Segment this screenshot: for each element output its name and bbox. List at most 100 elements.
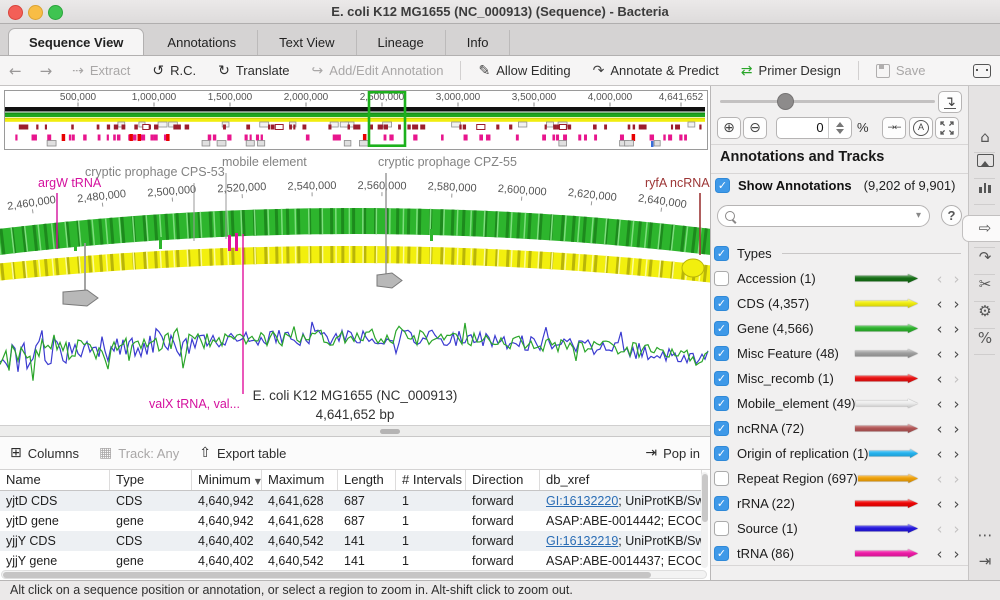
type-cds-prev-button[interactable]: ‹	[931, 295, 948, 313]
fit-to-screen-button[interactable]: ↴	[938, 91, 962, 113]
type-origin-of-replication-checkbox[interactable]: ✓	[714, 446, 729, 461]
db-xref-link[interactable]: GI:16132220	[546, 494, 618, 508]
type-accession-row[interactable]: Accession (1)‹›	[714, 266, 965, 291]
collapse-panel-icon[interactable]: ⇥	[969, 552, 1000, 570]
tab-text-view[interactable]: Text View	[258, 30, 356, 55]
extract-button[interactable]: ⇢Extract	[72, 63, 130, 79]
zoom-slider-thumb[interactable]	[777, 93, 794, 110]
back-button[interactable]: ←	[9, 62, 22, 80]
column-header-maximum[interactable]: Maximum	[262, 470, 338, 490]
zoom-out-button[interactable]: ⊖	[743, 117, 767, 139]
zoomed-sequence-view[interactable]: 2,460,0002,480,0002,500,0002,520,0002,54…	[0, 149, 710, 425]
column-header-minimum[interactable]: Minimum▼	[192, 470, 262, 490]
type-accession-prev-button[interactable]: ‹	[931, 270, 948, 288]
type-trna-checkbox[interactable]: ✓	[714, 546, 729, 561]
type-misc-recomb-row[interactable]: ✓Misc_recomb (1)‹›	[714, 366, 965, 391]
type-mobile-element-prev-button[interactable]: ‹	[931, 395, 948, 413]
annotate-predict-button[interactable]: ↷Annotate & Predict	[593, 63, 719, 79]
add-edit-annotation-button[interactable]: ↪Add/Edit Annotation	[312, 63, 444, 79]
types-group-row[interactable]: ✓Types	[714, 241, 965, 266]
gear-icon[interactable]: ⚙	[969, 302, 1000, 320]
zoom-stepper[interactable]	[828, 118, 851, 138]
annotation-search-input[interactable]: ▾	[717, 205, 930, 227]
type-rrna-prev-button[interactable]: ‹	[931, 495, 948, 513]
reverse-complement-button[interactable]: ↺R.C.	[152, 63, 196, 79]
type-origin-of-replication-prev-button[interactable]: ‹	[931, 445, 948, 463]
type-gene-next-button[interactable]: ›	[948, 320, 965, 338]
pop-in-button[interactable]: ⇥ Pop in	[645, 445, 700, 461]
zoom-to-selection-button[interactable]: →←	[882, 117, 906, 139]
type-misc-recomb-prev-button[interactable]: ‹	[931, 370, 948, 388]
columns-button[interactable]: ⊞ Columns	[10, 445, 79, 461]
panel-toggle-icon[interactable]	[973, 64, 991, 78]
type-ncrna-prev-button[interactable]: ‹	[931, 420, 948, 438]
types-checkbox[interactable]: ✓	[714, 246, 729, 261]
search-dropdown-icon[interactable]: ▾	[916, 210, 921, 221]
column-header-direction[interactable]: Direction	[466, 470, 540, 490]
show-annotations-row[interactable]: ✓ Show Annotations (9,202 of 9,901)	[715, 178, 955, 193]
type-trna-row[interactable]: ✓tRNA (86)‹›	[714, 541, 965, 566]
full-screen-button[interactable]	[935, 117, 959, 139]
screen-share-icon[interactable]	[969, 154, 1000, 171]
type-misc-recomb-next-button[interactable]: ›	[948, 370, 965, 388]
type-misc-feature-checkbox[interactable]: ✓	[714, 346, 729, 361]
type-ncrna-row[interactable]: ✓ncRNA (72)‹›	[714, 416, 965, 441]
type-gene-checkbox[interactable]: ✓	[714, 321, 729, 336]
table-row[interactable]: yjjY CDSCDS4,640,4024,640,5421411forward…	[0, 531, 702, 551]
tab-annotations[interactable]: Annotations	[146, 30, 258, 55]
table-header[interactable]: NameTypeMinimum▼MaximumLength# Intervals…	[0, 470, 702, 491]
table-vertical-scrollbar[interactable]	[701, 472, 708, 568]
type-origin-of-replication-next-button[interactable]: ›	[948, 445, 965, 463]
type-accession-next-button[interactable]: ›	[948, 270, 965, 288]
type-rrna-next-button[interactable]: ›	[948, 495, 965, 513]
table-row[interactable]: yjtD CDSCDS4,640,9424,641,6286871forward…	[0, 491, 702, 511]
zoom-in-button[interactable]: ⊕	[717, 117, 741, 139]
type-misc-feature-prev-button[interactable]: ‹	[931, 345, 948, 363]
home-icon[interactable]: ⌂	[969, 128, 1000, 146]
allow-editing-button[interactable]: ✎Allow Editing	[478, 63, 570, 79]
zoom-percent-field[interactable]: 0	[776, 117, 852, 139]
sequence-view-icon[interactable]: ⇨	[969, 219, 1000, 237]
column-header-type[interactable]: Type	[110, 470, 192, 490]
tab-lineage[interactable]: Lineage	[357, 30, 446, 55]
show-annotations-checkbox[interactable]: ✓	[715, 178, 730, 193]
column-header-intervals[interactable]: # Intervals	[396, 470, 466, 490]
type-cds-row[interactable]: ✓CDS (4,357)‹›	[714, 291, 965, 316]
annotate-predict-icon[interactable]: ↷	[969, 248, 1000, 266]
percent-icon[interactable]: %	[969, 329, 1000, 347]
export-table-button[interactable]: ⇧ Export table	[199, 445, 286, 461]
type-mobile-element-checkbox[interactable]: ✓	[714, 396, 729, 411]
save-button[interactable]: Save	[876, 63, 926, 78]
chart-icon[interactable]	[969, 180, 1000, 197]
forward-button[interactable]: →	[40, 62, 53, 80]
primer-design-button[interactable]: ⇄Primer Design	[741, 63, 841, 79]
type-mobile-element-row[interactable]: ✓Mobile_element (49)‹›	[714, 391, 965, 416]
type-cds-next-button[interactable]: ›	[948, 295, 965, 313]
find-in-sequence-button[interactable]: A	[909, 117, 933, 139]
column-header-length[interactable]: Length	[338, 470, 396, 490]
table-horizontal-scrollbar[interactable]	[1, 570, 707, 579]
tab-sequence-view[interactable]: Sequence View	[8, 28, 144, 55]
more-icon[interactable]: ⋯	[969, 526, 1000, 544]
type-repeat-region-next-button[interactable]: ›	[948, 470, 965, 488]
type-source-row[interactable]: Source (1)‹›	[714, 516, 965, 541]
type-ncrna-checkbox[interactable]: ✓	[714, 421, 729, 436]
type-mobile-element-next-button[interactable]: ›	[948, 395, 965, 413]
type-gene-prev-button[interactable]: ‹	[931, 320, 948, 338]
translate-button[interactable]: ↻Translate	[218, 63, 289, 79]
type-repeat-region-prev-button[interactable]: ‹	[931, 470, 948, 488]
type-trna-next-button[interactable]: ›	[948, 545, 965, 563]
db-xref-link[interactable]: GI:16132219	[546, 534, 618, 548]
type-rrna-row[interactable]: ✓rRNA (22)‹›	[714, 491, 965, 516]
zoom-slider[interactable]	[720, 100, 935, 103]
help-button[interactable]: ?	[941, 205, 962, 226]
type-rrna-checkbox[interactable]: ✓	[714, 496, 729, 511]
type-gene-row[interactable]: ✓Gene (4,566)‹›	[714, 316, 965, 341]
type-misc-recomb-checkbox[interactable]: ✓	[714, 371, 729, 386]
type-accession-checkbox[interactable]	[714, 271, 729, 286]
splitter-handle[interactable]	[380, 429, 400, 434]
type-source-prev-button[interactable]: ‹	[931, 520, 948, 538]
type-ncrna-next-button[interactable]: ›	[948, 420, 965, 438]
track-filter-button[interactable]: ▦ Track: Any	[99, 445, 179, 461]
table-row[interactable]: yjjY genegene4,640,4024,640,5421411forwa…	[0, 551, 702, 569]
